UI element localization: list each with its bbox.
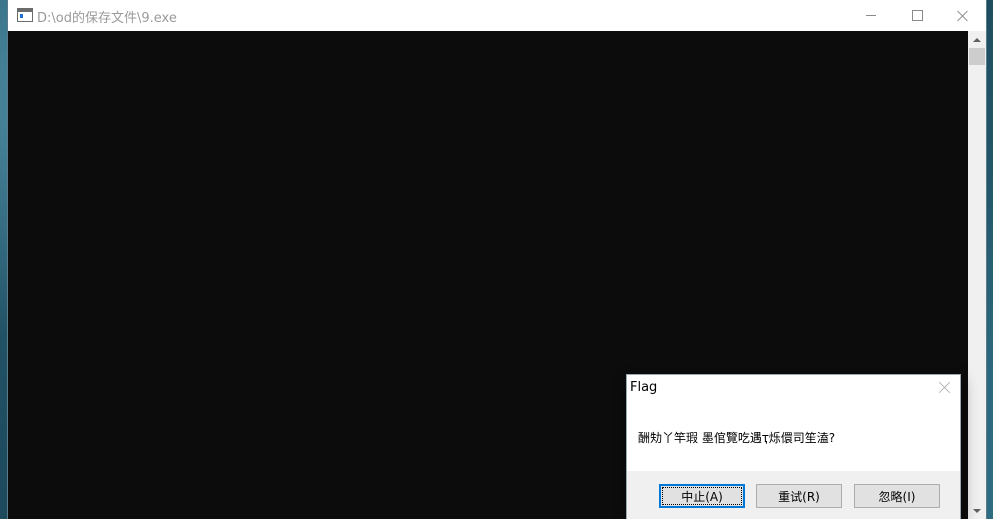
minimize-button[interactable] (848, 0, 894, 31)
scroll-down-button[interactable] (968, 502, 986, 519)
window-titlebar[interactable]: D:\od的保存文件\9.exe (8, 0, 986, 32)
dialog-title: Flag (630, 380, 658, 395)
window-title: D:\od的保存文件\9.exe (37, 11, 177, 26)
message-box-dialog[interactable]: Flag 酬劮丫竿瑕 墨倌覽吃遇ҭ烁儇司笙溘? 中止(A) 重试(R) 忽略(I… (627, 375, 960, 519)
vertical-scrollbar[interactable] (968, 31, 986, 519)
scroll-up-button[interactable] (968, 31, 986, 48)
maximize-icon (911, 10, 923, 21)
dialog-message: 酬劮丫竿瑕 墨倌覽吃遇ҭ烁儇司笙溘? (638, 431, 836, 445)
arrow-down-icon (973, 508, 981, 513)
maximize-button[interactable] (894, 0, 940, 31)
ignore-button[interactable]: 忽略(I) (854, 484, 940, 508)
dialog-button-bar: 中止(A) 重试(R) 忽略(I) (627, 471, 960, 519)
abort-button[interactable]: 中止(A) (659, 484, 745, 508)
close-button[interactable] (940, 0, 986, 31)
retry-button[interactable]: 重试(R) (756, 484, 842, 508)
scroll-thumb[interactable] (969, 48, 985, 65)
console-app-icon[interactable] (17, 8, 33, 22)
dialog-close-icon[interactable] (935, 379, 953, 397)
minimize-icon (866, 15, 876, 16)
arrow-up-icon (973, 37, 981, 42)
close-icon (957, 10, 969, 22)
